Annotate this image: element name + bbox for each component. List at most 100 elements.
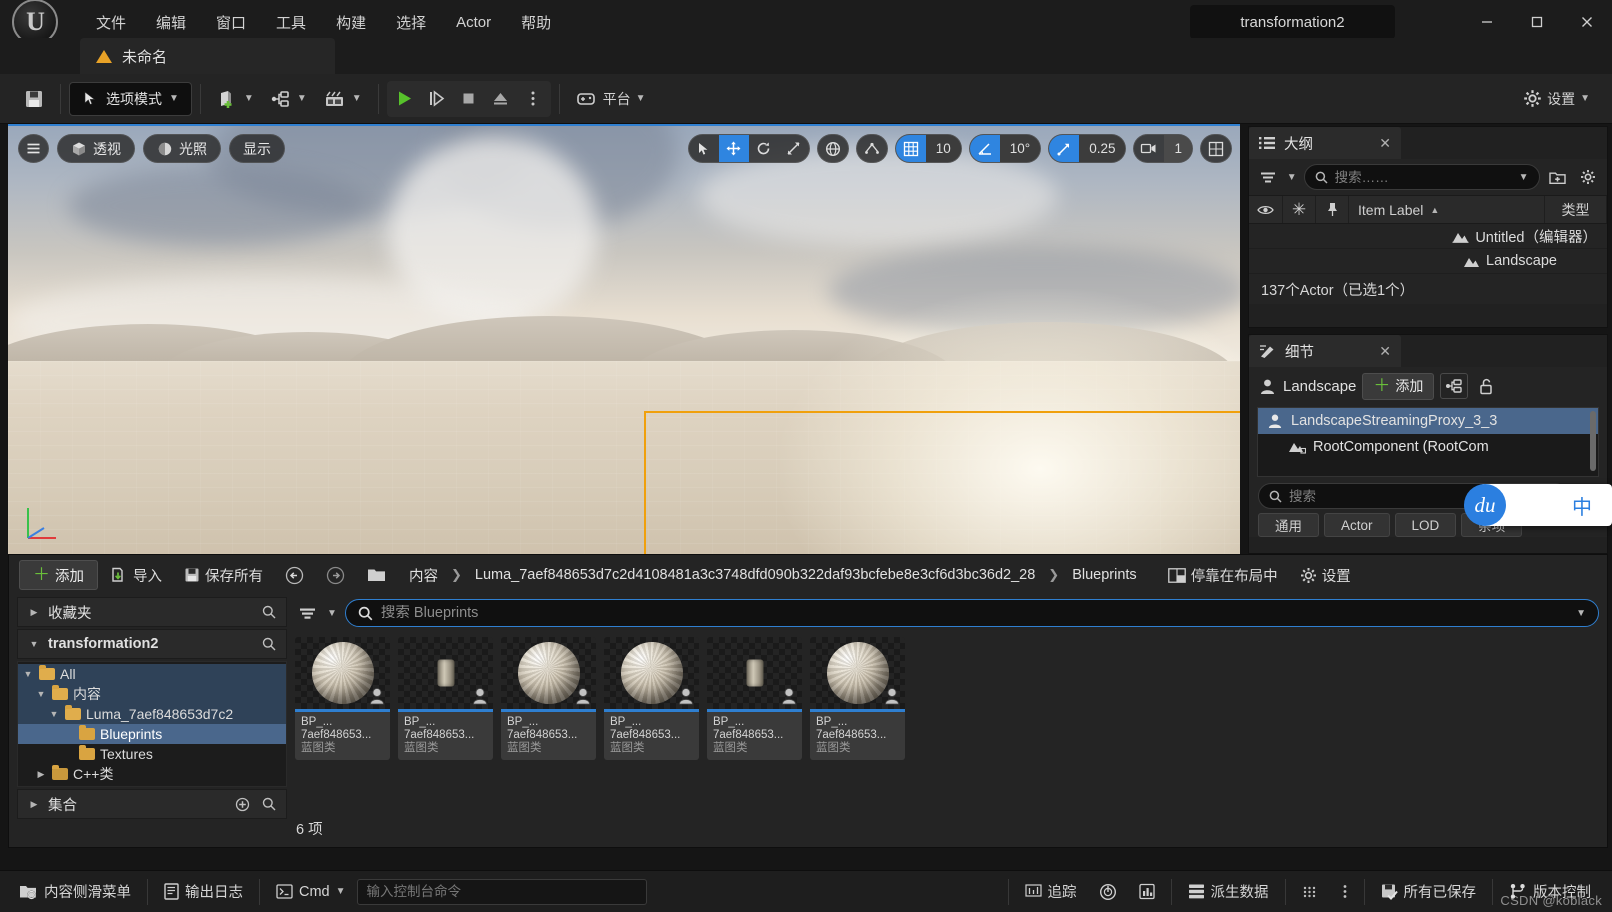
level-viewport[interactable]: 透视 光照 显示 10 10° 0.25 1 [8,124,1240,554]
menu-item-tools[interactable]: 工具 [262,6,320,39]
chevron-down-icon[interactable]: ▼ [1576,608,1586,619]
skip-button[interactable] [422,84,452,114]
favorites-section[interactable]: ▶ 收藏夹 [17,597,287,627]
settings-button[interactable]: 设置 ▼ [1515,82,1598,116]
stats-button[interactable] [1128,877,1166,907]
menu-item-file[interactable]: 文件 [82,6,140,39]
asset-search-input[interactable] [380,605,1569,621]
ime-indicator[interactable]: du 中 [1464,484,1612,526]
search-icon[interactable] [262,637,276,651]
asset-tile[interactable]: BP_... 7aef848653... 蓝图类 [707,637,802,760]
camera-speed-value[interactable]: 1 [1164,135,1192,162]
component-row-rootcomponent[interactable]: RootComponent (RootCom [1258,434,1598,460]
filter-tab-lod[interactable]: LOD [1394,513,1457,537]
filter-tab-actor[interactable]: Actor [1324,513,1390,537]
asset-tile[interactable]: BP_... 7aef848653... 蓝图类 [810,637,905,760]
chevron-down-icon[interactable]: ▼ [1287,172,1297,183]
tree-node-all[interactable]: ▼ All [18,664,286,684]
cb-add-button[interactable]: ＋ 添加 [19,560,98,590]
select-mode-button[interactable]: 选项模式 ▼ [69,81,192,116]
content-drawer-button[interactable]: 内容侧滑菜单 [8,877,142,907]
add-actor-button[interactable]: ▼ [209,82,262,116]
viewport-lighting-button[interactable]: 光照 [143,134,221,163]
play-options-button[interactable] [518,84,548,114]
viewport-layout-button[interactable] [1201,135,1231,162]
unlock-icon[interactable] [1474,374,1498,398]
asset-tile[interactable]: BP_... 7aef848653... 蓝图类 [295,637,390,760]
viewport-show-button[interactable]: 显示 [229,134,285,163]
collections-section[interactable]: ▶ 集合 [17,789,287,819]
menu-item-build[interactable]: 构建 [322,6,380,39]
component-graph-icon[interactable] [1440,373,1469,399]
tree-node-textures[interactable]: Textures [18,744,286,764]
column-visibility[interactable] [1249,196,1283,223]
scale-snap-toggle[interactable] [1049,135,1080,162]
tab-untitled-level[interactable]: 未命名 [80,38,335,74]
column-item-label[interactable]: Item Label ▲ [1349,196,1545,223]
column-favorite[interactable]: ✳ [1283,196,1316,223]
column-type[interactable]: 类型 [1545,196,1607,223]
output-log-button[interactable]: 输出日志 [153,877,254,907]
menu-item-select[interactable]: 选择 [382,6,440,39]
chevron-down-icon[interactable]: ▼ [48,709,60,719]
platforms-button[interactable]: 平台 ▼ [568,82,654,116]
add-folder-icon[interactable] [1547,165,1570,189]
asset-tile[interactable]: BP_... 7aef848653... 蓝图类 [501,637,596,760]
menu-item-window[interactable]: 窗口 [202,6,260,39]
select-tool-button[interactable] [689,135,719,162]
scale-snap-value[interactable]: 0.25 [1079,135,1126,162]
outliner-search-input[interactable] [1334,169,1512,185]
cb-path-folder-button[interactable] [358,560,395,590]
asset-tile[interactable]: BP_... 7aef848653... 蓝图类 [604,637,699,760]
breadcrumb-luma-folder[interactable]: Luma_7aef848653d7c2d4108481a3c3748dfd090… [475,567,1035,583]
add-collection-icon[interactable] [235,797,250,812]
menu-item-actor[interactable]: Actor [442,8,505,37]
surface-snap-button[interactable] [857,135,887,162]
component-row-landscapestreamingproxy[interactable]: LandscapeStreamingProxy_3_3 [1258,408,1598,434]
world-space-button[interactable] [818,135,848,162]
close-icon[interactable]: ✕ [1379,343,1391,360]
angle-snap-toggle[interactable] [969,135,1000,162]
project-section[interactable]: ▼ transformation2 [17,629,287,659]
menu-item-help[interactable]: 帮助 [507,6,565,39]
outliner-row-untitled[interactable]: Untitled（编辑器） [1249,224,1607,249]
filter-tab-general[interactable]: 通用 [1258,513,1319,537]
asset-filter-icon[interactable] [295,601,319,625]
play-button[interactable] [390,84,420,114]
chevron-down-icon[interactable]: ▼ [327,608,337,619]
details-tab[interactable]: 细节 ✕ [1249,335,1401,367]
translate-tool-button[interactable] [718,135,749,162]
tree-node-cpp-classes[interactable]: ▶ C++类 [18,764,286,784]
tree-node-luma[interactable]: ▼ Luma_7aef848653d7c2 [18,704,286,724]
outliner-tab[interactable]: 大纲 ✕ [1249,127,1401,159]
viewport-menu-button[interactable] [18,134,49,163]
menu-item-edit[interactable]: 编辑 [142,6,200,39]
chevron-down-icon[interactable]: ▼ [22,669,34,679]
chevron-down-icon[interactable]: ▼ [1519,172,1529,183]
component-list-scrollbar[interactable] [1590,411,1596,471]
viewport-perspective-button[interactable]: 透视 [57,134,135,163]
cb-forward-button[interactable] [317,560,354,590]
angle-snap-value[interactable]: 10° [999,135,1041,162]
column-pin[interactable] [1316,196,1349,223]
asset-tile[interactable]: BP_... 7aef848653... 蓝图类 [398,637,493,760]
trace-button[interactable]: 追踪 [1014,877,1088,907]
add-component-button[interactable]: ＋ 添加 [1362,372,1435,400]
close-icon[interactable]: ✕ [1379,135,1391,152]
cb-settings-button[interactable]: 设置 [1291,560,1360,590]
cb-back-button[interactable] [276,560,313,590]
grid-snap-value[interactable]: 10 [925,135,961,162]
camera-speed-button[interactable] [1134,135,1164,162]
filter-icon[interactable] [1257,165,1280,189]
derived-data-button[interactable]: 派生数据 [1177,877,1280,907]
cinematics-button[interactable]: ▼ [315,82,370,116]
grid-snap-toggle[interactable] [895,135,926,162]
search-icon[interactable] [262,797,276,811]
outliner-row-landscape[interactable]: Landscape [1249,249,1607,274]
source-control-button[interactable]: 版本控制 [1498,877,1602,907]
chevron-down-icon[interactable]: ▼ [35,689,47,699]
search-icon[interactable] [262,605,276,619]
scale-tool-button[interactable] [779,135,809,162]
console-command-input-wrap[interactable] [356,878,647,905]
tree-node-blueprints[interactable]: Blueprints [18,724,286,744]
